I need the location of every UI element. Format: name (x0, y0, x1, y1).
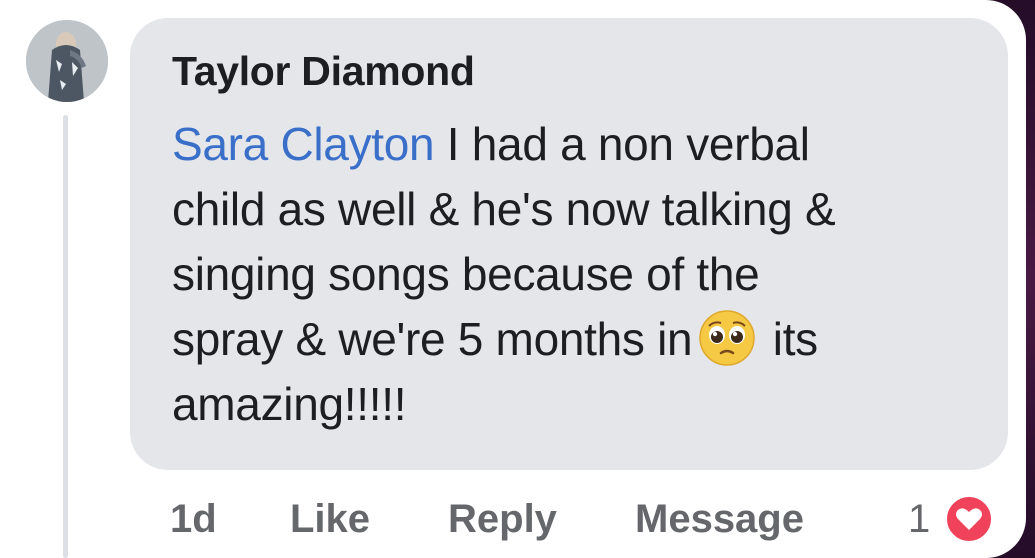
mention-link[interactable]: Sara Clayton (172, 118, 435, 170)
comment-line-1: Sara Clayton I had a non verbal (172, 112, 992, 177)
comment-text-segment: spray & we're 5 months in (172, 313, 693, 365)
comment-line-4: spray & we're 5 months in its (172, 307, 992, 372)
pleading-face-icon (699, 310, 756, 366)
avatar-photo (26, 20, 108, 102)
timestamp[interactable]: 1d (170, 497, 217, 542)
heart-icon (956, 508, 982, 530)
heart-reaction-badge (944, 494, 994, 544)
comment-text: Sara Clayton I had a non verbal child as… (172, 112, 992, 437)
comment-author[interactable]: Taylor Diamond (172, 48, 475, 95)
comment-text-segment: I had a non verbal (434, 118, 810, 170)
comment-line-6: amazing!!!!! (172, 378, 407, 430)
reaction-count: 1 (908, 497, 931, 541)
comment-line-3: singing songs because of the (172, 248, 760, 300)
comment-line-2: child as well & he's now talking & (172, 183, 836, 235)
message-button[interactable]: Message (635, 497, 804, 542)
reply-button[interactable]: Reply (448, 497, 557, 542)
comment-text-segment: its (760, 313, 818, 365)
like-button[interactable]: Like (290, 497, 370, 542)
thread-line (63, 115, 68, 558)
avatar[interactable] (26, 20, 108, 102)
comment-card: Taylor Diamond Sara Clayton I had a non … (0, 0, 1026, 558)
